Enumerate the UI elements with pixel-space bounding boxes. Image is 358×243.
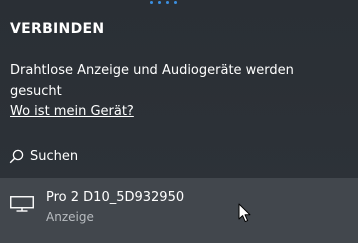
monitor-icon: [10, 196, 34, 212]
search-label: Suchen: [30, 148, 79, 164]
progress-dots: [150, 1, 177, 4]
searching-status-text: Drahtlose Anzeige und Audiogeräte werden…: [10, 63, 294, 99]
panel-title: VERBINDEN: [10, 21, 105, 37]
where-is-my-device-link[interactable]: Wo ist mein Gerät?: [10, 104, 134, 119]
device-name: Pro 2 D10_5D932950: [46, 190, 185, 205]
device-list-item[interactable]: Pro 2 D10_5D932950 Anzeige: [0, 178, 358, 243]
search-button[interactable]: Suchen: [9, 145, 78, 167]
progress-dot: [150, 1, 153, 4]
connect-panel: VERBINDEN Drahtlose Anzeige und Audioger…: [0, 0, 358, 243]
mouse-cursor-icon: [238, 203, 251, 223]
device-type: Anzeige: [46, 210, 94, 224]
search-icon: [9, 149, 24, 163]
progress-dot: [158, 1, 161, 4]
progress-dot: [174, 1, 177, 4]
progress-dot: [166, 1, 169, 4]
